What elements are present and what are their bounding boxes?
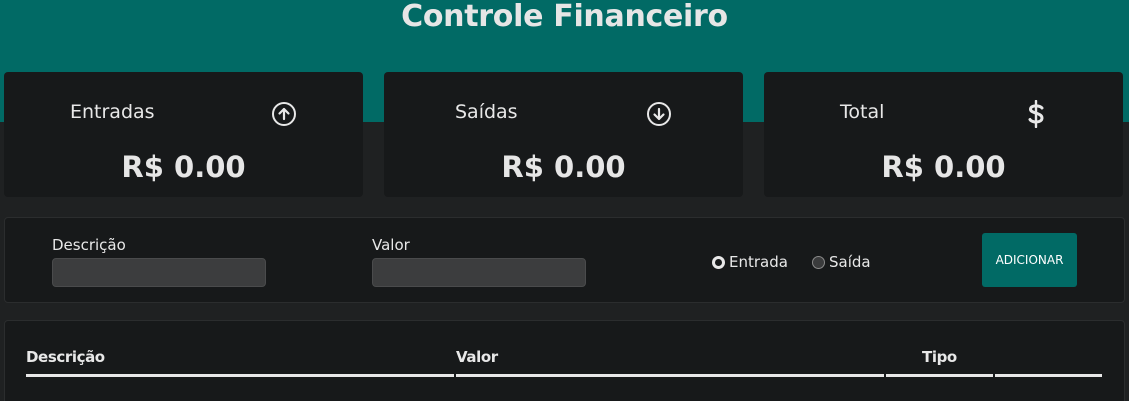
arrow-up-circle-icon [271,101,297,127]
amount-input[interactable] [372,258,586,287]
income-card: Entradas R$ 0.00 [4,72,363,197]
total-card: Total R$ 0.00 [764,72,1123,197]
dollar-icon [1023,100,1049,128]
expense-label: Saídas [455,101,518,123]
radio-saida-label: Saída [829,253,871,271]
description-input[interactable] [52,258,266,287]
total-value: R$ 0.00 [881,150,1006,184]
income-value: R$ 0.00 [121,150,246,184]
column-divider-type [886,374,993,377]
expense-card: Saídas R$ 0.00 [384,72,743,197]
transactions-table: Descrição Valor Tipo [4,320,1125,401]
radio-saida[interactable]: Saída [812,252,871,272]
column-divider-actions [995,374,1102,377]
income-label: Entradas [70,101,155,123]
radio-entrada-label: Entrada [729,253,788,271]
transaction-form: Descrição Valor Entrada Saída ADICIONAR [4,217,1125,303]
page-title: Controle Financeiro [401,0,728,34]
radio-entrada[interactable]: Entrada [712,252,788,272]
total-label: Total [840,101,885,123]
column-header-description: Descrição [26,348,105,366]
description-label: Descrição [52,236,126,254]
amount-label: Valor [372,236,410,254]
arrow-down-circle-icon [646,101,672,127]
radio-entrada-button[interactable] [712,255,725,269]
column-divider-description [26,374,454,377]
column-header-amount: Valor [456,348,498,366]
expense-value: R$ 0.00 [501,150,626,184]
radio-saida-button[interactable] [812,255,825,269]
column-header-type: Tipo [922,348,957,366]
add-button[interactable]: ADICIONAR [982,233,1077,287]
column-divider-amount [456,374,884,377]
